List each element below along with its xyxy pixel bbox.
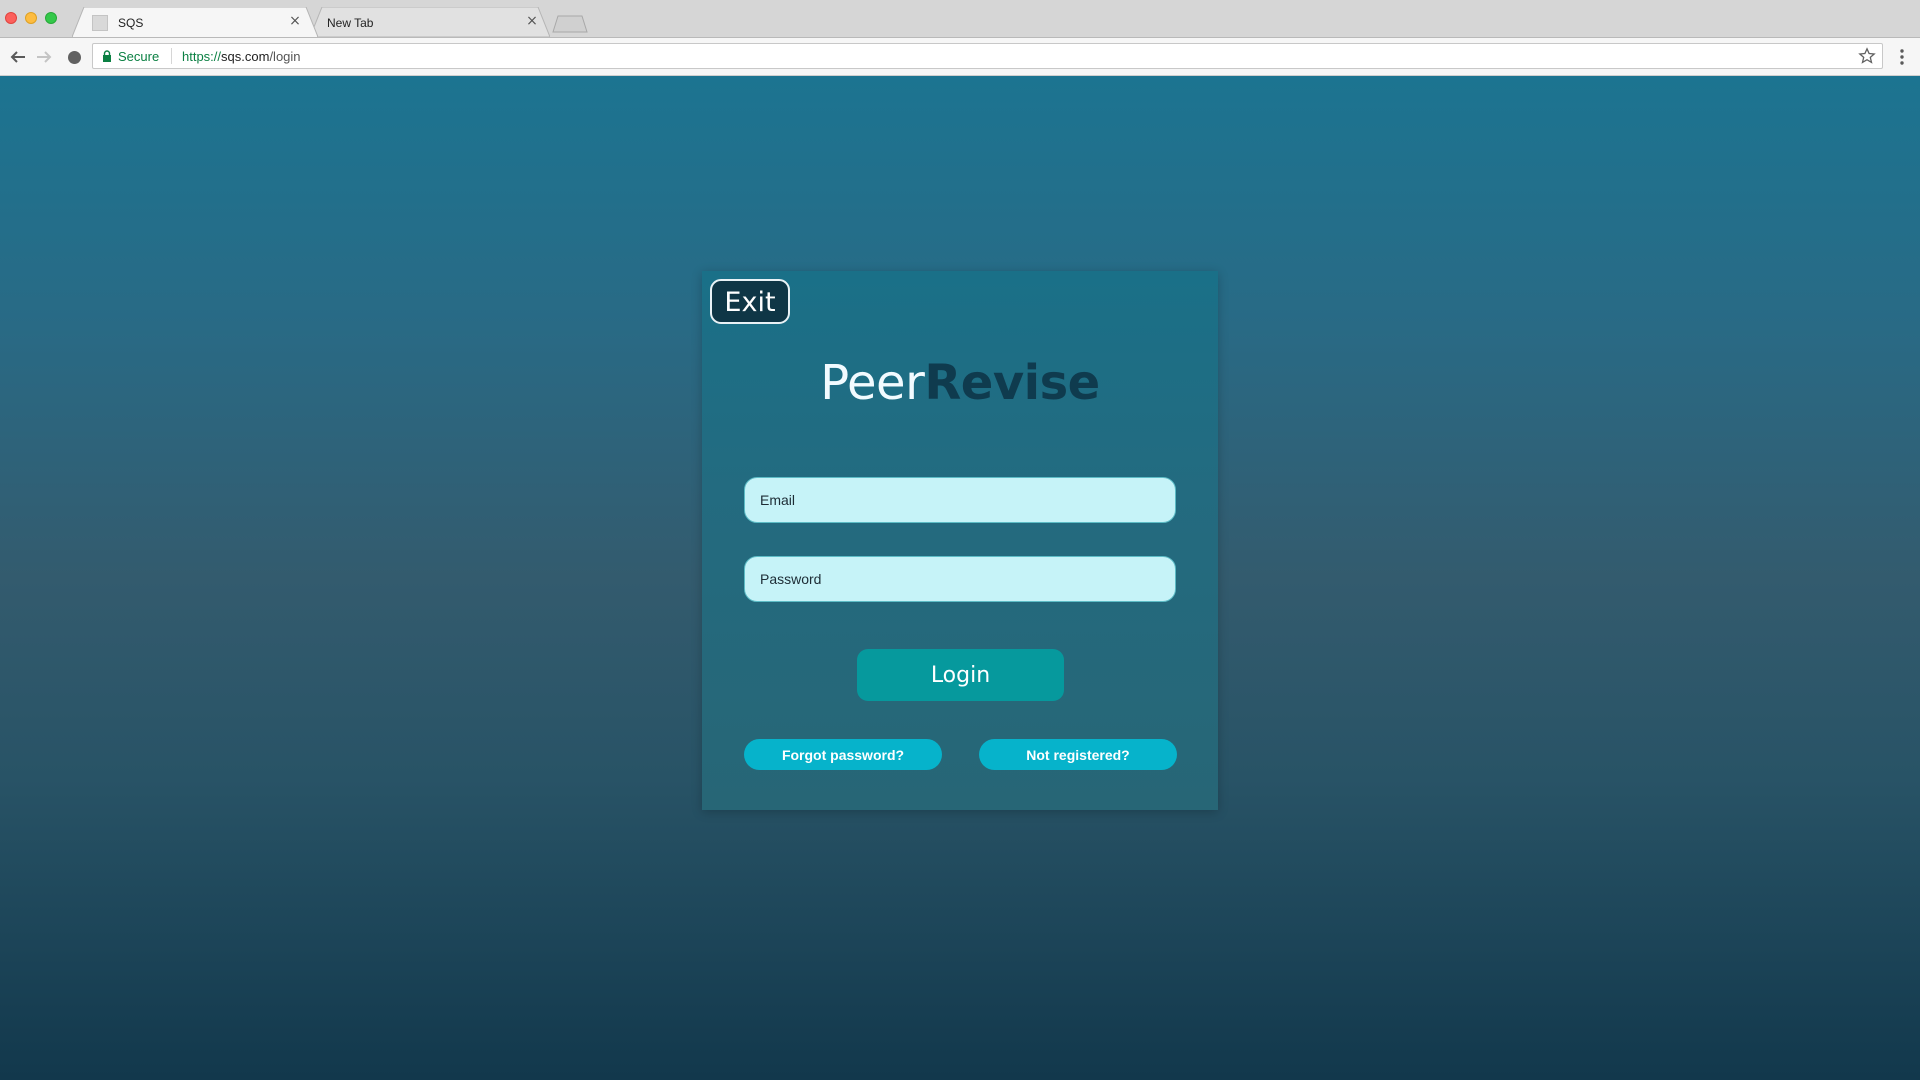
minimize-window-button[interactable] (25, 12, 37, 24)
tab-sqs[interactable]: SQS × (72, 7, 318, 37)
not-registered-button[interactable]: Not registered? (979, 739, 1177, 770)
forward-button[interactable] (34, 47, 54, 67)
close-window-button[interactable] (5, 12, 17, 24)
back-button[interactable] (8, 47, 28, 67)
browser-titlebar: SQS × New Tab × (0, 0, 1920, 38)
browser-toolbar: Secure https://sqs.com/login (0, 38, 1920, 76)
reload-icon (67, 50, 81, 64)
lock-icon (103, 50, 111, 62)
close-icon[interactable]: × (287, 13, 303, 29)
star-icon[interactable] (1858, 47, 1876, 65)
new-tab-button[interactable] (552, 15, 588, 33)
separator (171, 48, 172, 64)
forgot-password-button[interactable]: Forgot password? (744, 739, 942, 770)
url-host: sqs.com (221, 49, 270, 64)
favicon (92, 15, 108, 31)
tab-shape (72, 7, 318, 37)
url-path: /login (269, 49, 301, 64)
kebab-menu-icon[interactable] (1893, 47, 1911, 67)
exit-button[interactable]: Exit (710, 279, 790, 324)
secure-label: Secure (118, 49, 160, 64)
brand-logo: PeerRevise (702, 355, 1218, 411)
reload-button[interactable] (64, 47, 84, 67)
login-card: Exit PeerRevise Login Forgot password? N… (702, 271, 1218, 810)
maximize-window-button[interactable] (45, 12, 57, 24)
url-text[interactable]: https://sqs.com/login (182, 49, 301, 64)
brand-peer: Peer (820, 355, 925, 411)
url-scheme: https:// (182, 49, 222, 64)
tab-title: SQS (118, 16, 144, 30)
tab-title: New Tab (327, 16, 374, 30)
tab-new-tab[interactable]: New Tab × (310, 7, 550, 37)
page-background: Exit PeerRevise Login Forgot password? N… (0, 76, 1920, 1080)
email-field[interactable] (744, 477, 1176, 523)
login-button[interactable]: Login (857, 649, 1064, 701)
brand-revise: Revise (924, 355, 1100, 411)
forward-arrow-icon (37, 51, 52, 63)
back-arrow-icon (10, 51, 25, 63)
password-field[interactable] (744, 556, 1176, 602)
close-icon[interactable]: × (524, 13, 540, 29)
address-bar[interactable]: Secure https://sqs.com/login (92, 43, 1883, 69)
